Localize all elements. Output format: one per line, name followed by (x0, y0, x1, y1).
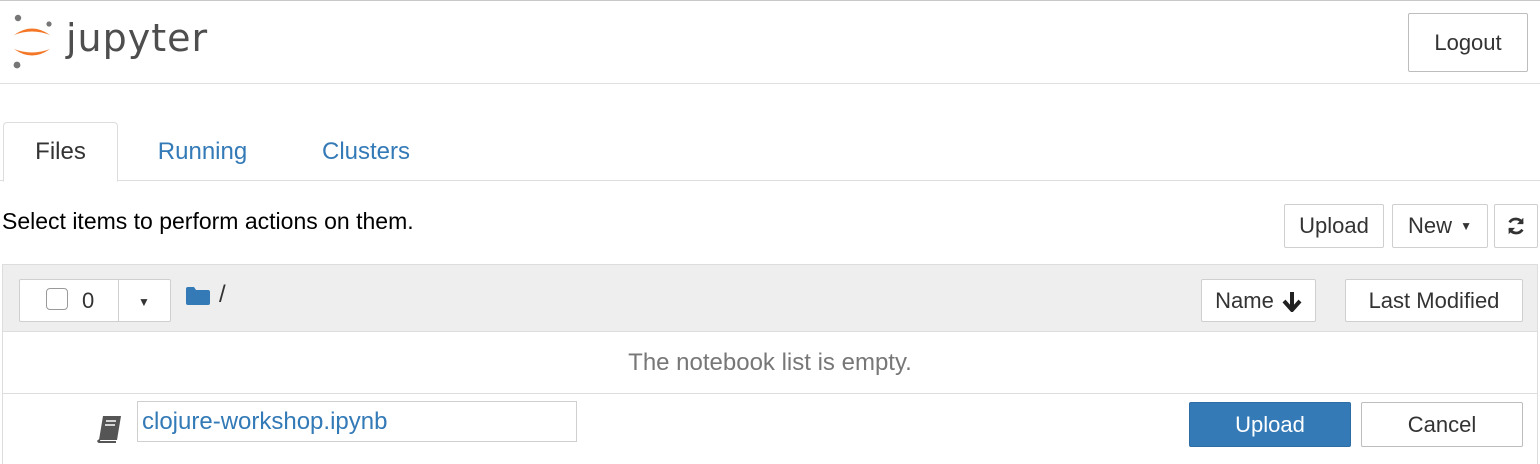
caret-down-icon: ▼ (1460, 219, 1472, 233)
arrow-down-icon (1282, 291, 1302, 312)
cancel-button-label: Cancel (1407, 411, 1477, 437)
tab-clusters[interactable]: Clusters (300, 122, 432, 181)
jupyter-logo-icon[interactable] (10, 13, 54, 71)
notebook-list: 0 ▼ / Name Last Modified The notebook li… (2, 264, 1538, 464)
upload-button[interactable]: Upload (1284, 204, 1384, 248)
refresh-button[interactable] (1494, 204, 1538, 248)
empty-list-message: The notebook list is empty. (3, 332, 1537, 394)
select-all-group: 0 ▼ (19, 279, 171, 322)
select-menu-caret-icon[interactable]: ▼ (132, 290, 156, 314)
sort-modified-label: Last Modified (1368, 287, 1500, 313)
refresh-icon (1508, 217, 1524, 235)
select-all-checkbox[interactable] (46, 288, 68, 310)
new-button-label: New (1408, 213, 1453, 238)
list-header: 0 ▼ / Name Last Modified (3, 265, 1537, 332)
upload-confirm-label: Upload (1235, 411, 1305, 437)
sort-name-label: Name (1215, 287, 1274, 313)
upload-confirm-button[interactable]: Upload (1189, 402, 1351, 447)
header: jupyter Logout (0, 0, 1540, 84)
logo-text: jupyter (66, 16, 209, 60)
logout-button[interactable]: Logout (1408, 13, 1528, 72)
new-dropdown-button[interactable]: New ▼ (1392, 204, 1488, 248)
folder-icon[interactable] (185, 286, 211, 306)
cancel-button[interactable]: Cancel (1361, 402, 1523, 447)
notebook-icon (97, 416, 121, 443)
select-divider (118, 280, 119, 321)
upload-button-label: Upload (1299, 213, 1369, 238)
sort-by-name-button[interactable]: Name (1201, 279, 1316, 322)
tab-files[interactable]: Files (3, 122, 118, 182)
sort-by-last-modified-button[interactable]: Last Modified (1345, 279, 1523, 322)
instructions-text: Select items to perform actions on them. (2, 208, 414, 234)
breadcrumb-root[interactable]: / (219, 281, 226, 309)
selected-count: 0 (82, 288, 95, 313)
filename-input[interactable] (137, 401, 577, 442)
tab-running[interactable]: Running (140, 122, 265, 181)
